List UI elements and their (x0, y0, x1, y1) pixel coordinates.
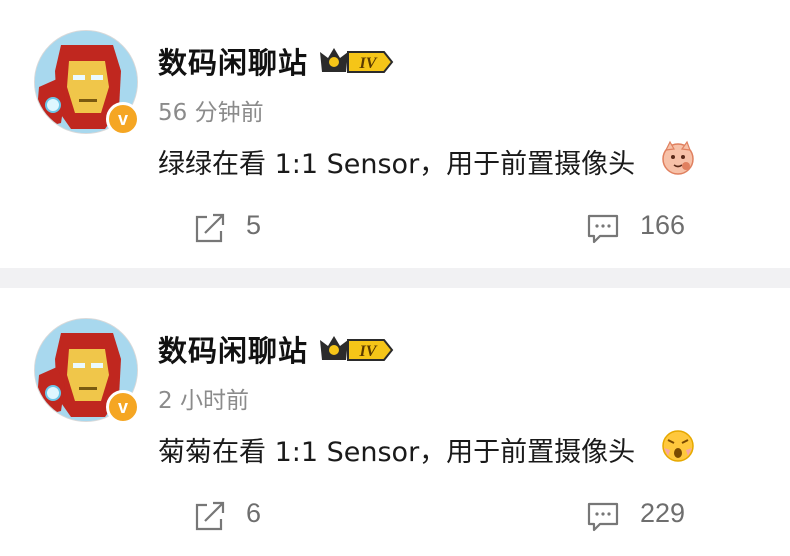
repost-count: 5 (246, 210, 262, 240)
username[interactable]: 数码闲聊站 (158, 328, 308, 370)
cat-thinking-emoji-icon (662, 140, 694, 175)
post-time: 2 小时前 (158, 388, 249, 414)
verified-badge-icon: v (106, 102, 140, 136)
post-content: 菊菊在看 1:1 Sensor，用于前置摄像头 (158, 437, 636, 468)
level-badge-text: IV (359, 55, 378, 72)
comment-button[interactable]: 166 (586, 208, 706, 248)
comment-count: 229 (640, 498, 686, 528)
repost-button[interactable]: 6 (193, 496, 293, 536)
post-divider (0, 268, 790, 288)
crown-level-badge-icon[interactable]: IV (318, 42, 394, 76)
comment-button[interactable]: 229 (586, 496, 706, 536)
comment-icon (587, 502, 619, 532)
level-badge-text: IV (359, 343, 378, 360)
post-time: 56 分钟前 (158, 100, 264, 126)
verified-badge-icon: v (106, 390, 140, 424)
repost-button[interactable]: 5 (193, 208, 293, 248)
avatar[interactable]: v (34, 318, 140, 424)
avatar[interactable]: v (34, 30, 140, 136)
repost-icon (195, 501, 225, 531)
comment-count: 166 (640, 210, 686, 240)
username[interactable]: 数码闲聊站 (158, 40, 308, 82)
repost-icon (195, 213, 225, 243)
weibo-post[interactable]: v 数码闲聊站 IV 2 小时前 菊菊在看 1:1 Sensor，用于前置摄像头… (0, 288, 790, 556)
weibo-post[interactable]: v 数码闲聊站 IV 56 分钟前 绿绿在看 1:1 Sensor，用于前置摄像… (0, 0, 790, 268)
comment-icon (587, 214, 619, 244)
post-content: 绿绿在看 1:1 Sensor，用于前置摄像头 (158, 149, 636, 180)
crown-level-badge-icon[interactable]: IV (318, 330, 394, 364)
surprised-face-emoji-icon (662, 430, 694, 462)
repost-count: 6 (246, 498, 262, 528)
